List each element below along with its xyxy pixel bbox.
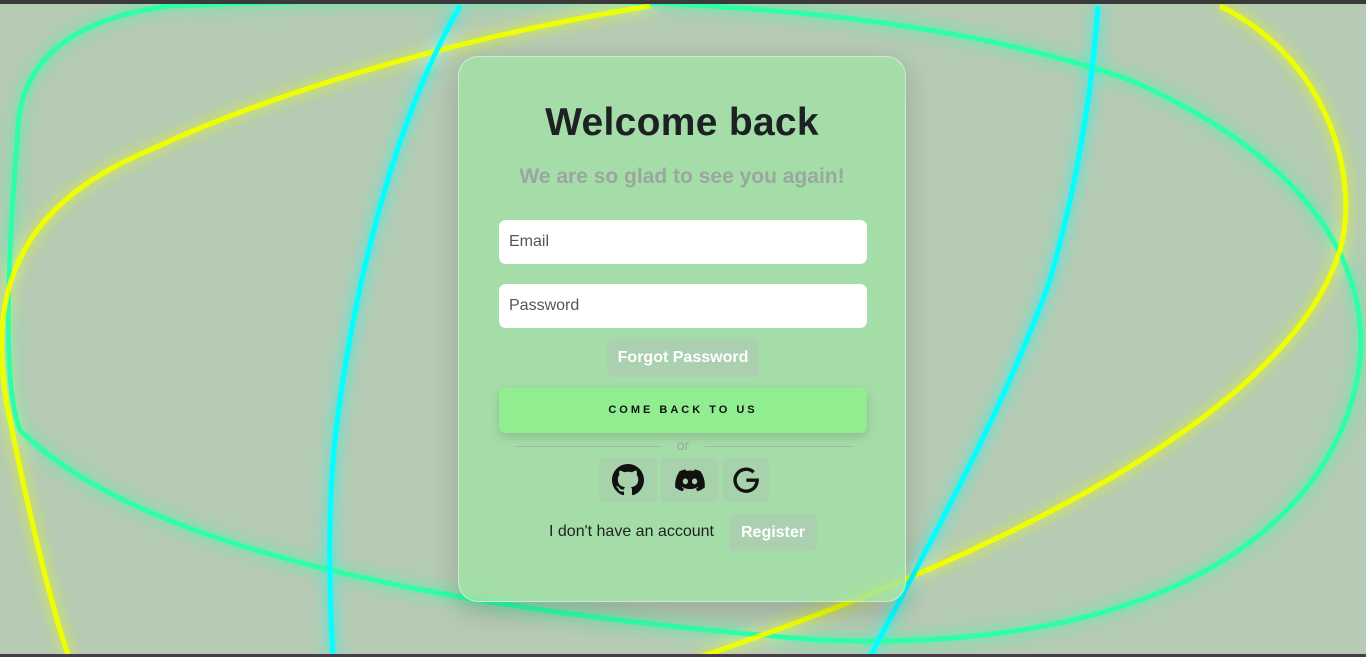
browser-top-strip (0, 0, 1366, 4)
discord-icon (675, 469, 705, 492)
login-card: Welcome back We are so glad to see you a… (458, 56, 906, 602)
password-field[interactable] (499, 284, 867, 328)
github-icon (612, 464, 644, 496)
subtitle: We are so glad to see you again! (519, 165, 845, 188)
page-title: Welcome back (545, 101, 819, 144)
github-button[interactable] (599, 458, 657, 502)
submit-button[interactable]: COME BACK TO US (499, 388, 867, 433)
discord-button[interactable] (661, 458, 719, 502)
google-icon (733, 467, 759, 493)
google-button[interactable] (723, 458, 769, 502)
no-account-text: I don't have an account (549, 523, 714, 540)
forgot-password-button[interactable]: Forgot Password (607, 339, 759, 377)
divider-right (705, 446, 853, 447)
register-button[interactable]: Register (729, 514, 817, 551)
email-field[interactable] (499, 220, 867, 264)
divider-left (515, 446, 661, 447)
divider-text: or (676, 437, 690, 453)
